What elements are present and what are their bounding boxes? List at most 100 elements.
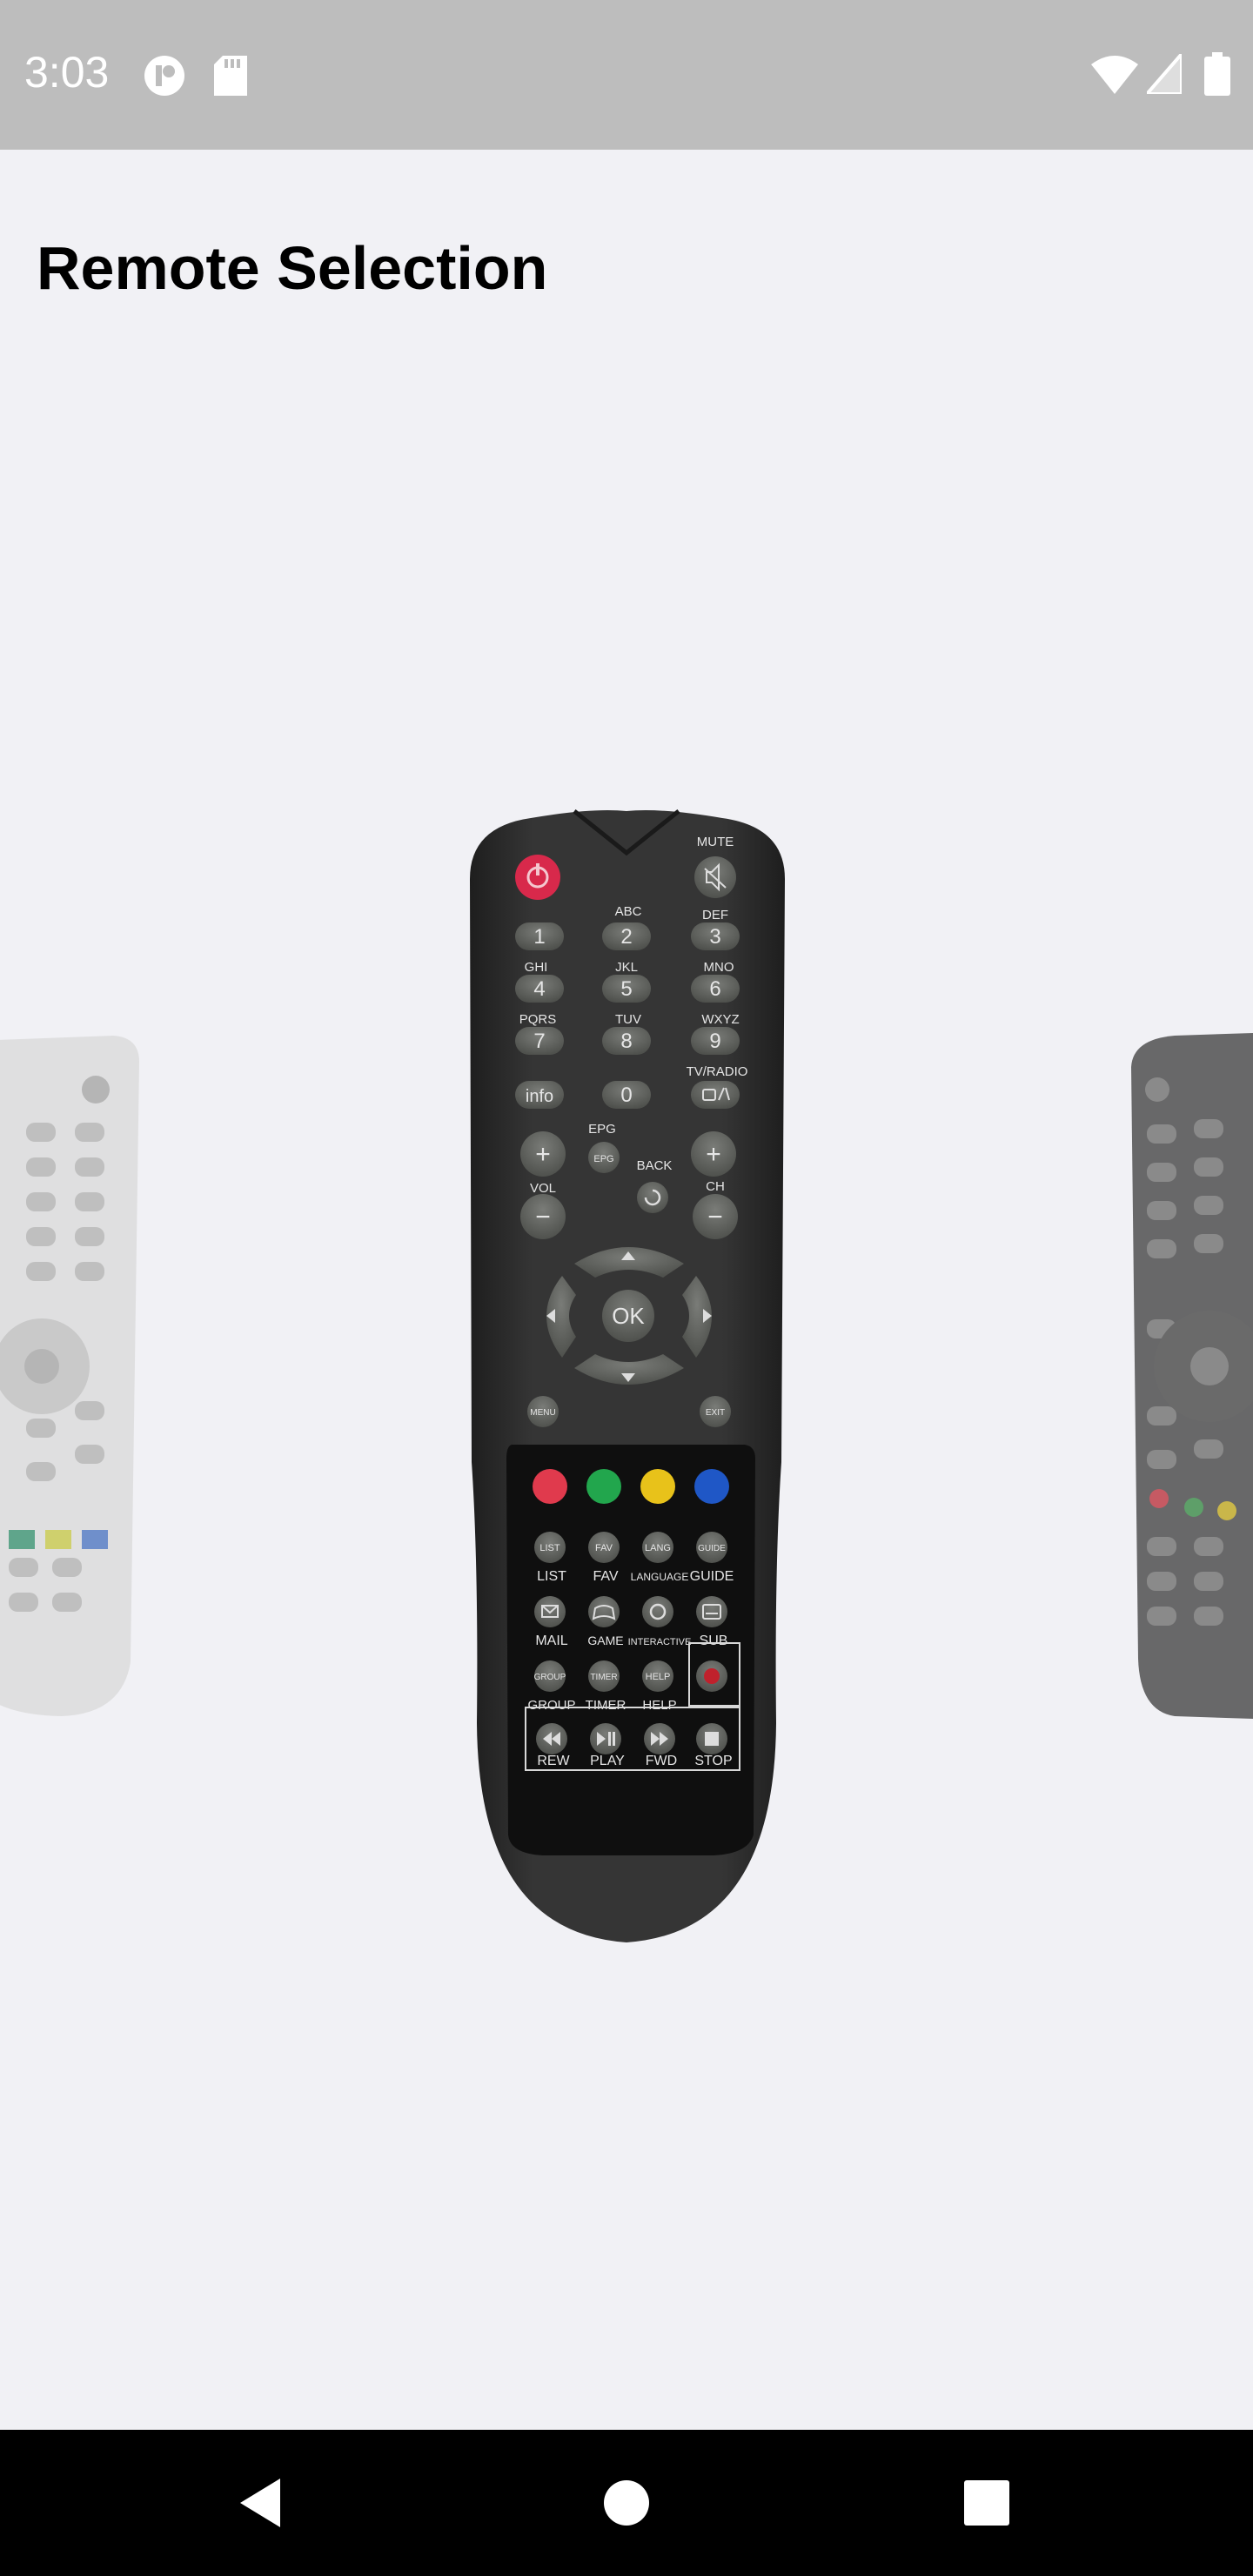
svg-text:2: 2	[620, 925, 632, 949]
ch-label: CH	[706, 1179, 725, 1194]
timer-label: TIMER	[586, 1698, 626, 1713]
play-pause-button[interactable]	[590, 1723, 621, 1754]
stop-button[interactable]	[696, 1723, 727, 1754]
sub-button[interactable]	[696, 1596, 727, 1627]
exit-button[interactable]: EXIT	[700, 1396, 731, 1427]
mail-label: MAIL	[535, 1633, 567, 1648]
remote-option-right[interactable]	[1122, 1032, 1253, 1720]
svg-text:TIMER: TIMER	[590, 1673, 617, 1682]
rewind-button[interactable]	[536, 1723, 567, 1754]
svg-text:FAV: FAV	[595, 1543, 613, 1553]
key-3[interactable]: 3	[691, 922, 740, 950]
notification-app-icon	[144, 56, 184, 96]
green-button[interactable]	[586, 1469, 621, 1504]
guide-button[interactable]: GUIDE	[696, 1532, 727, 1563]
game-button[interactable]	[588, 1596, 620, 1627]
home-nav-icon[interactable]	[602, 2479, 651, 2527]
yellow-button[interactable]	[640, 1469, 675, 1504]
def-label: DEF	[702, 908, 728, 922]
key-6[interactable]: 6	[691, 975, 740, 1003]
epg-button[interactable]: EPG	[588, 1142, 620, 1173]
sd-card-icon	[214, 56, 247, 96]
cell-signal-icon	[1147, 54, 1182, 94]
key-8[interactable]: 8	[602, 1027, 651, 1055]
ok-button[interactable]: OK	[602, 1290, 654, 1342]
key-9[interactable]: 9	[691, 1027, 740, 1055]
svg-text:GROUP: GROUP	[534, 1673, 566, 1682]
svg-text:4: 4	[533, 977, 545, 1001]
menu-button[interactable]: MENU	[527, 1396, 559, 1427]
mute-label: MUTE	[697, 835, 734, 849]
rew-label: REW	[537, 1754, 570, 1768]
fav-button[interactable]: FAV	[588, 1532, 620, 1563]
tvradio-label: TV/RADIO	[687, 1064, 748, 1079]
back-nav-icon[interactable]	[235, 2475, 287, 2531]
ch-up-button[interactable]: +	[691, 1131, 736, 1177]
svg-text:−: −	[535, 1203, 551, 1231]
vol-down-button[interactable]: −	[520, 1194, 566, 1239]
timer-button[interactable]: TIMER	[588, 1660, 620, 1692]
recents-nav-icon[interactable]	[964, 2480, 1009, 2526]
forward-button[interactable]	[644, 1723, 675, 1754]
pqrs-label: PQRS	[519, 1012, 557, 1027]
svg-text:MENU: MENU	[530, 1408, 555, 1418]
help-button[interactable]: HELP	[642, 1660, 673, 1692]
record-button[interactable]	[696, 1660, 727, 1692]
key-5[interactable]: 5	[602, 975, 651, 1003]
key-7[interactable]: 7	[515, 1027, 564, 1055]
power-button[interactable]	[515, 855, 560, 900]
abc-label: ABC	[615, 904, 642, 919]
tv-radio-button[interactable]	[691, 1081, 740, 1109]
key-0[interactable]: 0	[602, 1081, 651, 1109]
mute-button[interactable]	[694, 856, 736, 898]
stop-label: STOP	[694, 1754, 732, 1768]
svg-text:HELP: HELP	[646, 1672, 671, 1682]
wxyz-label: WXYZ	[701, 1012, 739, 1027]
svg-text:+: +	[706, 1140, 721, 1169]
interactive-button[interactable]	[642, 1596, 673, 1627]
mail-button[interactable]	[534, 1596, 566, 1627]
remote-option-left[interactable]	[0, 1036, 148, 1723]
epg-label: EPG	[588, 1122, 616, 1137]
battery-icon	[1204, 52, 1230, 96]
svg-text:LIST: LIST	[539, 1543, 560, 1553]
guide-label: GUIDE	[690, 1569, 734, 1584]
svg-text:EXIT: EXIT	[706, 1408, 725, 1418]
ch-down-button[interactable]: −	[693, 1194, 738, 1239]
play-label: PLAY	[590, 1754, 625, 1768]
svg-text:OK: OK	[612, 1303, 645, 1329]
svg-text:info: info	[526, 1087, 553, 1106]
key-1[interactable]: 1	[515, 922, 564, 950]
info-button[interactable]: info	[515, 1081, 564, 1109]
svg-text:EPG: EPG	[593, 1154, 613, 1164]
game-label: GAME	[587, 1633, 623, 1647]
svg-text:3: 3	[709, 925, 720, 949]
key-2[interactable]: 2	[602, 922, 651, 950]
navigation-bar	[0, 2430, 1253, 2576]
svg-text:LANG: LANG	[645, 1543, 671, 1553]
vol-label: VOL	[530, 1181, 556, 1196]
svg-text:1: 1	[533, 925, 545, 949]
key-4[interactable]: 4	[515, 975, 564, 1003]
back-button[interactable]	[637, 1182, 668, 1213]
jkl-label: JKL	[615, 960, 638, 975]
wifi-icon	[1091, 56, 1138, 94]
remote-selected[interactable]: MUTE ABC DEF GHI JKL MNO PQRS TUV WXYZ T…	[452, 801, 801, 1949]
page-title: Remote Selection	[37, 234, 548, 302]
list-label: LIST	[537, 1569, 566, 1584]
blue-button[interactable]	[694, 1469, 729, 1504]
svg-text:0: 0	[620, 1083, 632, 1107]
lang-button[interactable]: LANG	[642, 1532, 673, 1563]
status-time: 3:03	[24, 48, 110, 97]
svg-text:−: −	[707, 1203, 723, 1231]
svg-text:8: 8	[620, 1030, 632, 1053]
vol-up-button[interactable]: +	[520, 1131, 566, 1177]
sub-label: SUB	[700, 1633, 728, 1648]
svg-text:+: +	[535, 1140, 551, 1169]
list-button[interactable]: LIST	[534, 1532, 566, 1563]
svg-text:7: 7	[533, 1030, 545, 1053]
fwd-label: FWD	[646, 1754, 677, 1768]
mno-label: MNO	[704, 960, 734, 975]
svg-text:5: 5	[620, 977, 632, 1001]
red-button[interactable]	[533, 1469, 567, 1504]
